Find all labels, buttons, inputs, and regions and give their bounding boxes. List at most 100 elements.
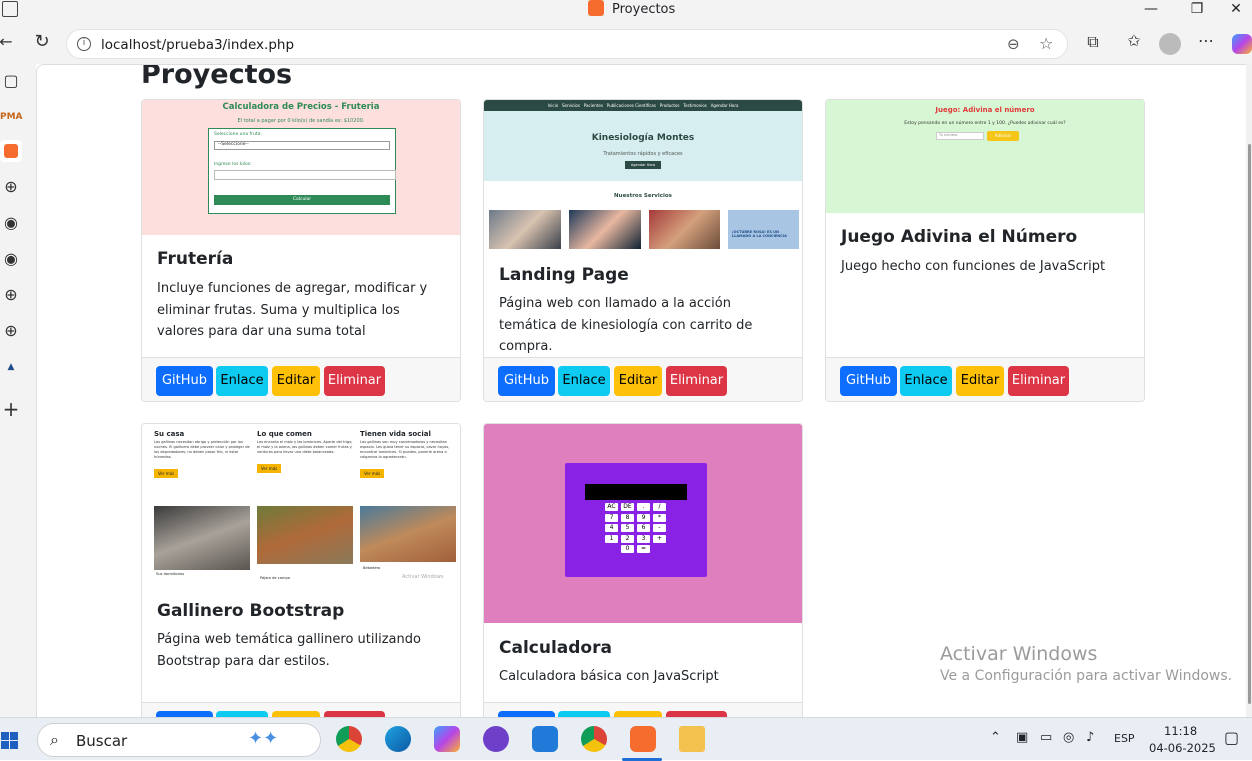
site-tab-icon[interactable]: ▲ [0,356,22,378]
delete-button[interactable]: Eliminar [1008,366,1069,396]
minimize-button[interactable]: — [1128,0,1174,20]
new-tab-icon[interactable]: + [0,398,22,420]
zoom-icon[interactable]: ⊖ [1007,35,1020,53]
thumb-caption: Bebedero [363,566,381,570]
copilot-app-icon[interactable] [434,726,460,752]
thumb-column: Lo que comen Les encanta el maíz y las l… [257,430,353,473]
extensions-icon[interactable]: ⧉ [1081,32,1105,52]
more-menu-icon[interactable]: ⋯ [1194,31,1218,50]
chrome-app-icon[interactable] [336,726,362,752]
network-icon[interactable]: ◎ [1063,730,1074,745]
calculator-key: AC [605,503,618,511]
github-button[interactable]: GitHub [156,366,213,396]
search-highlight-icon: ✦✦ [248,728,279,749]
calculator-key: 2 [621,534,634,543]
title-bar: Proyectos — ❐ ✕ [0,0,1252,22]
workspaces-icon[interactable] [2,1,18,17]
edit-button[interactable]: Editar [956,366,1004,396]
globe-tab-icon[interactable]: ⊕ [0,176,22,198]
address-bar[interactable]: i localhost/prueba3/index.php ⊖ ☆ [66,29,1068,59]
search-label: Buscar [76,732,128,750]
profile-avatar[interactable] [1159,33,1181,55]
thumb-column: Su casa Las gallinas necesitan abrigo y … [154,430,250,478]
calculator-key: 4 [605,524,618,532]
notifications-icon[interactable]: ▢ [1224,728,1239,747]
window-title: Proyectos [612,2,676,17]
github-button[interactable]: GitHub [498,366,555,396]
card-description: Página web con llamado a la acción temát… [499,296,753,354]
globe-tab-icon[interactable]: ⊕ [0,320,22,342]
card-footer: GitHub Enlace Editar Eliminar [826,357,1144,401]
back-icon[interactable]: ← [0,32,18,51]
favorite-star-icon[interactable]: ☆ [1039,34,1053,53]
xampp-tab-icon [588,0,604,16]
scrollbar-thumb[interactable] [1248,144,1251,704]
copilot-icon[interactable] [1232,34,1252,54]
thumb-heading: Calculadora de Precios - Fruteria [222,102,380,112]
vertical-tabs-sidebar: ▢ PMA ⊕ ◉ ◉ ⊕ ⊕ ▲ + [0,64,36,717]
card-description: Calculadora básica con JavaScript [499,669,719,684]
thumb-watermark: Activar Windows [402,574,444,580]
thumb-label: Seleccione una fruta: [214,132,262,137]
activation-watermark-title: Activar Windows [940,643,1098,665]
battery-icon[interactable]: ▭ [1040,730,1052,745]
card-title: Juego Adivina el Número [841,227,1078,247]
delete-button[interactable]: Eliminar [324,366,385,396]
guess-number-thumbnail: Juego: Adivina el número Estoy pensando … [826,100,1144,213]
volume-icon[interactable]: ♪ [1086,730,1094,745]
card-footer: GitHub Enlace Editar Eliminar [484,702,802,717]
start-button[interactable] [1,732,18,749]
search-icon: ⌕ [50,730,59,749]
calculator-key: 6 [637,524,650,532]
taskbar: ⌕ Buscar ✦✦ ⌃ ▣ ▭ ◎ ♪ ESP 11:18 04-06-20… [0,717,1252,761]
delete-button[interactable]: Eliminar [666,366,727,396]
calculator-key: . [637,503,650,511]
calculator-key: - [653,524,666,532]
edge-app-icon[interactable] [385,726,411,752]
link-button[interactable]: Enlace [216,366,268,396]
chrome-profile-app-icon[interactable] [581,726,607,752]
xampp-app-icon[interactable] [630,726,656,752]
clock-date[interactable]: 04-06-2025 [1149,741,1216,755]
favorites-icon[interactable]: ✩ [1122,31,1146,50]
tray-app-icon[interactable]: ▣ [1016,730,1028,745]
github-tab-icon[interactable]: ◉ [0,248,22,270]
project-card: Su casa Las gallinas necesitan abrigo y … [141,423,461,717]
thumb-button: Agendar Hora [625,161,661,169]
github-button[interactable]: GitHub [840,366,897,396]
maximize-button[interactable]: ❐ [1174,0,1220,20]
refresh-icon[interactable]: ↻ [30,31,54,52]
calculator-key: 3 [637,534,650,543]
github-desktop-app-icon[interactable] [483,726,509,752]
xampp-tab-icon[interactable] [0,140,22,162]
thumb-heading: Juego: Adivina el número [935,106,1035,114]
thumb-caption: Sus dormitorios [156,572,185,576]
phpmyadmin-tab-icon[interactable]: PMA [0,106,23,128]
thumb-form: Seleccione una fruta: --Seleccione-- Ing… [208,128,396,214]
thumb-sub: Tratamientos rápidos y eficaces [603,151,683,157]
clock-time[interactable]: 11:18 [1164,724,1197,738]
card-description: Incluye funciones de agregar, modificar … [157,281,428,339]
link-button[interactable]: Enlace [900,366,952,396]
edit-button[interactable]: Editar [272,366,320,396]
url-text[interactable]: localhost/prueba3/index.php [101,37,294,53]
site-info-icon[interactable]: i [77,37,91,51]
page-content: Proyectos Calculadora de Precios - Frute… [36,64,1252,717]
link-button[interactable]: Enlace [558,366,610,396]
edit-button[interactable]: Editar [614,366,662,396]
calculator-key: = [637,545,650,553]
close-button[interactable]: ✕ [1220,0,1252,20]
vscode-app-icon[interactable] [532,726,558,752]
vertical-scrollbar[interactable] [1246,64,1252,717]
github-tab-icon[interactable]: ◉ [0,212,22,234]
file-explorer-app-icon[interactable] [679,726,705,752]
input-language[interactable]: ESP [1114,732,1135,745]
globe-tab-icon[interactable]: ⊕ [0,284,22,306]
chevron-up-icon[interactable]: ⌃ [990,730,1001,745]
tab-actions-icon[interactable]: ▢ [0,70,22,92]
thumb-button: Calcular [214,195,390,205]
thumb-button: Adivinar [987,131,1019,141]
chicken-photo [360,506,456,562]
taskbar-search[interactable]: ⌕ Buscar ✦✦ [37,723,321,757]
calculator-key: * [653,513,666,522]
